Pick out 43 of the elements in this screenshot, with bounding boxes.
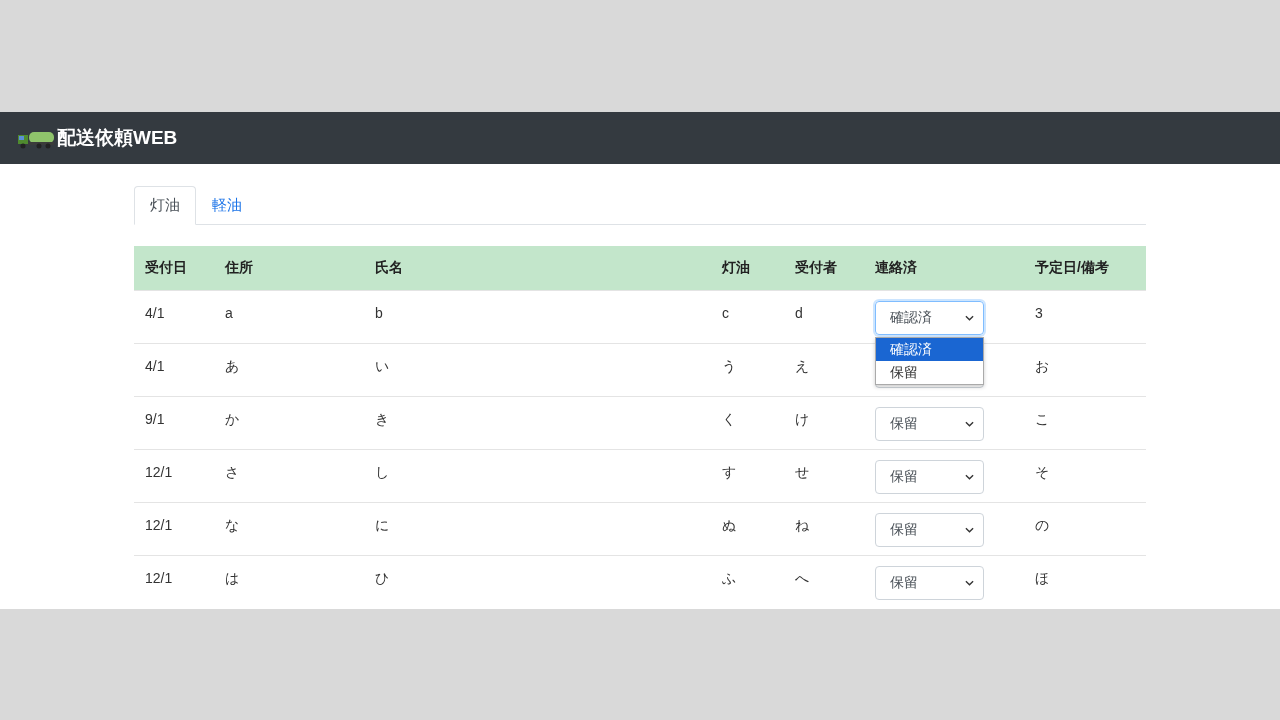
- table-cell: う: [722, 358, 736, 376]
- table-cell: す: [722, 464, 736, 482]
- table-cell: ふ: [722, 570, 736, 588]
- table-cell: え: [795, 358, 809, 376]
- column-header: 受付日: [145, 258, 187, 275]
- table-cell: の: [1035, 517, 1049, 535]
- table-cell: ぬ: [722, 517, 736, 535]
- column-header: 予定日/備考: [1035, 258, 1109, 275]
- table-cell: ね: [795, 517, 809, 535]
- column-header: 連絡済: [875, 258, 917, 275]
- table-cell: そ: [1035, 464, 1049, 482]
- table-cell: 12/1: [145, 517, 173, 533]
- table-cell: お: [1035, 358, 1049, 376]
- table-cell: あ: [225, 358, 239, 376]
- table-cell: 4/1: [145, 358, 165, 374]
- table-cell: 12/1: [145, 464, 173, 480]
- column-header: 氏名: [375, 258, 403, 275]
- table-cell: ほ: [1035, 570, 1049, 588]
- table-cell: 9/1: [145, 411, 165, 427]
- table-cell: ひ: [375, 570, 389, 588]
- table-cell: さ: [225, 464, 239, 482]
- table-cell: a: [225, 305, 233, 321]
- table-cell: 4/1: [145, 305, 165, 321]
- table-cell: く: [722, 411, 736, 429]
- table-cell: 3: [1035, 305, 1043, 321]
- table-cell: b: [375, 305, 383, 321]
- table-cell: け: [795, 411, 809, 429]
- table-cell: c: [722, 305, 729, 321]
- table-cell: こ: [1035, 411, 1049, 429]
- column-header: 灯油: [722, 258, 750, 275]
- column-header: 住所: [225, 258, 253, 275]
- table-cell: d: [795, 305, 803, 321]
- table-cell: し: [375, 464, 389, 482]
- table-cell: い: [375, 358, 389, 376]
- table-cell: へ: [795, 570, 809, 588]
- table-cell: き: [375, 411, 389, 429]
- table-cell: か: [225, 411, 239, 429]
- table-cell: に: [375, 517, 389, 535]
- table-cell: せ: [795, 464, 809, 482]
- table-cell: な: [225, 517, 239, 535]
- column-header: 受付者: [795, 258, 837, 275]
- table-cell: は: [225, 570, 239, 588]
- table-cell: 12/1: [145, 570, 173, 586]
